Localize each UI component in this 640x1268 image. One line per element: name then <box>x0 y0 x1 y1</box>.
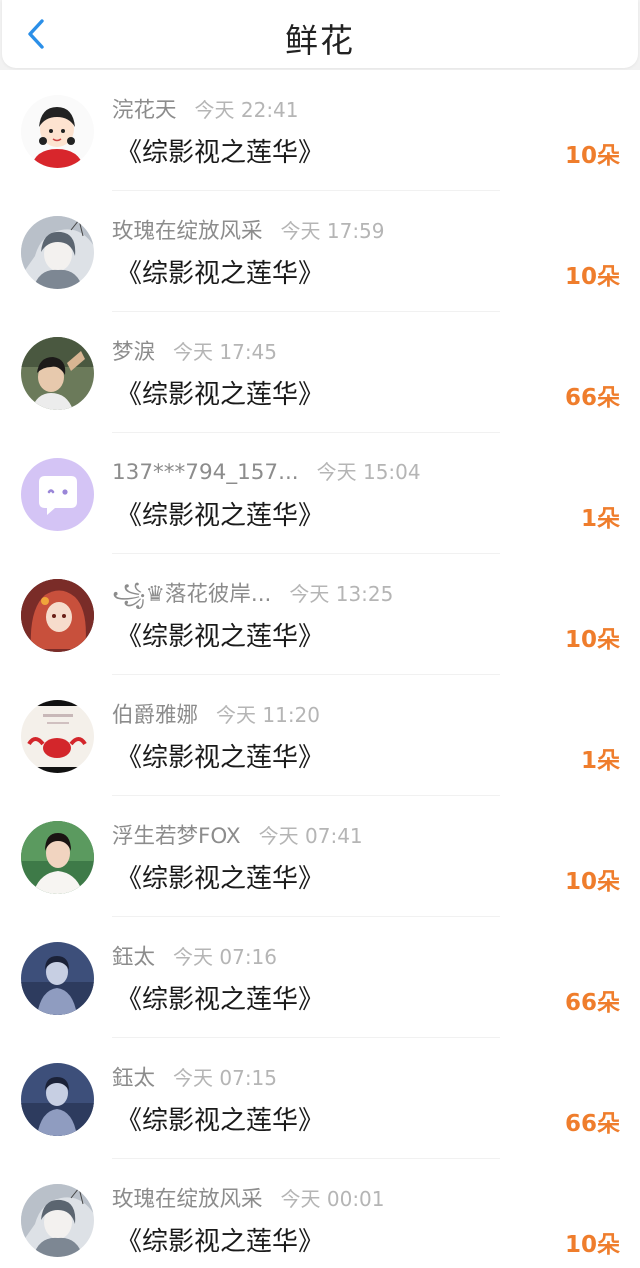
timestamp: 今天 13:25 <box>289 582 394 606</box>
flower-count: 10朵 <box>564 627 620 653</box>
username[interactable]: 浣花天 <box>112 98 177 123</box>
timestamp: 今天 11:20 <box>216 703 321 727</box>
avatar[interactable] <box>21 942 94 1015</box>
timestamp: 今天 07:15 <box>173 1066 278 1090</box>
timestamp: 今天 07:41 <box>258 824 363 848</box>
book-title[interactable]: 《综影视之莲华》 <box>116 495 324 532</box>
item-meta: 浮生若梦FOX 今天 07:41 <box>112 819 363 849</box>
timestamp: 今天 07:16 <box>173 945 278 969</box>
list-item[interactable]: 玫瑰在绽放风采 今天 00:01 《综影视之莲华》 10朵 <box>0 1159 640 1268</box>
flower-count: 66朵 <box>564 1111 620 1137</box>
username[interactable]: 梦淚 <box>112 340 155 365</box>
list-item[interactable]: 鈺太 今天 07:15 《综影视之莲华》 66朵 <box>0 1038 640 1159</box>
flower-count: 1朵 <box>580 748 620 774</box>
top-bar: 鲜花 <box>2 0 638 68</box>
list-item[interactable]: 鈺太 今天 07:16 《综影视之莲华》 66朵 <box>0 917 640 1038</box>
item-meta: 鈺太 今天 07:15 <box>112 1061 277 1091</box>
avatar[interactable] <box>21 700 94 773</box>
flower-count: 10朵 <box>564 869 620 895</box>
username[interactable]: 伯爵雅娜 <box>112 703 198 728</box>
item-meta: 玫瑰在绽放风采 今天 00:01 <box>112 1182 385 1212</box>
book-title[interactable]: 《综影视之莲华》 <box>116 132 324 169</box>
username[interactable]: 玫瑰在绽放风采 <box>112 1187 263 1212</box>
book-title[interactable]: 《综影视之莲华》 <box>116 374 324 411</box>
username[interactable]: ꧁♛落花彼岸... <box>112 582 271 607</box>
list-item[interactable]: ꧁♛落花彼岸... 今天 13:25 《综影视之莲华》 10朵 <box>0 554 640 675</box>
book-title[interactable]: 《综影视之莲华》 <box>116 737 324 774</box>
item-meta: 玫瑰在绽放风采 今天 17:59 <box>112 214 385 244</box>
item-meta: 浣花天 今天 22:41 <box>112 93 299 123</box>
avatar[interactable] <box>21 337 94 410</box>
list-item[interactable]: 137***794_157... 今天 15:04 《综影视之莲华》 1朵 <box>0 433 640 554</box>
timestamp: 今天 17:59 <box>280 219 385 243</box>
timestamp: 今天 17:45 <box>173 340 278 364</box>
flower-count: 66朵 <box>564 385 620 411</box>
item-meta: ꧁♛落花彼岸... 今天 13:25 <box>112 577 393 607</box>
item-meta: 梦淚 今天 17:45 <box>112 335 277 365</box>
avatar[interactable] <box>21 458 94 531</box>
list-item[interactable]: 梦淚 今天 17:45 《综影视之莲华》 66朵 <box>0 312 640 433</box>
book-title[interactable]: 《综影视之莲华》 <box>116 253 324 290</box>
avatar[interactable] <box>21 579 94 652</box>
avatar[interactable] <box>21 95 94 168</box>
list-item[interactable]: 玫瑰在绽放风采 今天 17:59 《综影视之莲华》 10朵 <box>0 191 640 312</box>
flower-count: 10朵 <box>564 1232 620 1258</box>
book-title[interactable]: 《综影视之莲华》 <box>116 1221 324 1258</box>
flower-count: 66朵 <box>564 990 620 1016</box>
flower-count: 1朵 <box>580 506 620 532</box>
username[interactable]: 玫瑰在绽放风采 <box>112 219 263 244</box>
item-meta: 137***794_157... 今天 15:04 <box>112 456 421 486</box>
page-title: 鲜花 <box>285 21 355 60</box>
avatar[interactable] <box>21 216 94 289</box>
username[interactable]: 137***794_157... <box>112 460 299 485</box>
timestamp: 今天 15:04 <box>316 460 421 484</box>
flower-count: 10朵 <box>564 143 620 169</box>
item-meta: 伯爵雅娜 今天 11:20 <box>112 698 320 728</box>
book-title[interactable]: 《综影视之莲华》 <box>116 858 324 895</box>
list-item[interactable]: 浮生若梦FOX 今天 07:41 《综影视之莲华》 10朵 <box>0 796 640 917</box>
username[interactable]: 浮生若梦FOX <box>112 824 241 849</box>
avatar[interactable] <box>21 1063 94 1136</box>
item-meta: 鈺太 今天 07:16 <box>112 940 277 970</box>
username[interactable]: 鈺太 <box>112 1066 155 1091</box>
timestamp: 今天 22:41 <box>194 98 299 122</box>
list-item[interactable]: 浣花天 今天 22:41 《综影视之莲华》 10朵 <box>0 70 640 191</box>
gift-list: 浣花天 今天 22:41 《综影视之莲华》 10朵 玫瑰在绽放风采 今天 17:59 《综影… <box>0 70 640 1268</box>
book-title[interactable]: 《综影视之莲华》 <box>116 1100 324 1137</box>
avatar[interactable] <box>21 1184 94 1257</box>
username[interactable]: 鈺太 <box>112 945 155 970</box>
book-title[interactable]: 《综影视之莲华》 <box>116 979 324 1016</box>
book-title[interactable]: 《综影视之莲华》 <box>116 616 324 653</box>
timestamp: 今天 00:01 <box>280 1187 385 1211</box>
list-item[interactable]: 伯爵雅娜 今天 11:20 《综影视之莲华》 1朵 <box>0 675 640 796</box>
flower-count: 10朵 <box>564 264 620 290</box>
avatar[interactable] <box>21 821 94 894</box>
